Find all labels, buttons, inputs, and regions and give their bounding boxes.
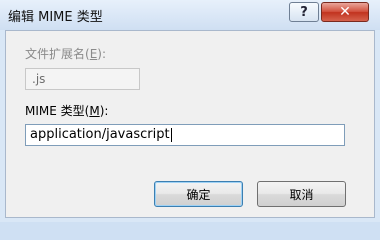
mime-type-input[interactable]: application/javascript [25,124,345,146]
window-title: 编辑 MIME 类型 [8,10,103,25]
mime-label-text: MIME 类型( [25,104,90,118]
edit-mime-type-dialog: 编辑 MIME 类型 ? ✕ 文件扩展名(E): .js MIME 类型(M):… [0,0,380,222]
ok-button[interactable]: 确定 [154,181,243,207]
mime-type-label: MIME 类型(M): [25,102,108,119]
close-icon: ✕ [339,4,351,20]
title-bar[interactable]: 编辑 MIME 类型 ? ✕ [0,0,380,30]
extension-label-suffix: ): [97,47,107,61]
mime-accesskey: M [89,104,100,118]
close-button[interactable]: ✕ [321,2,369,22]
cancel-button[interactable]: 取消 [257,181,346,207]
mime-type-value: application/javascript [30,127,170,142]
extension-label: 文件扩展名(E): [25,45,106,62]
extension-field: .js [25,68,140,90]
mime-label-suffix: ): [99,104,109,118]
help-icon: ? [300,4,308,20]
help-button[interactable]: ? [289,2,319,22]
extension-label-text: 文件扩展名( [25,47,90,61]
dialog-body: 文件扩展名(E): .js MIME 类型(M): application/ja… [5,30,375,218]
text-caret [170,127,172,142]
